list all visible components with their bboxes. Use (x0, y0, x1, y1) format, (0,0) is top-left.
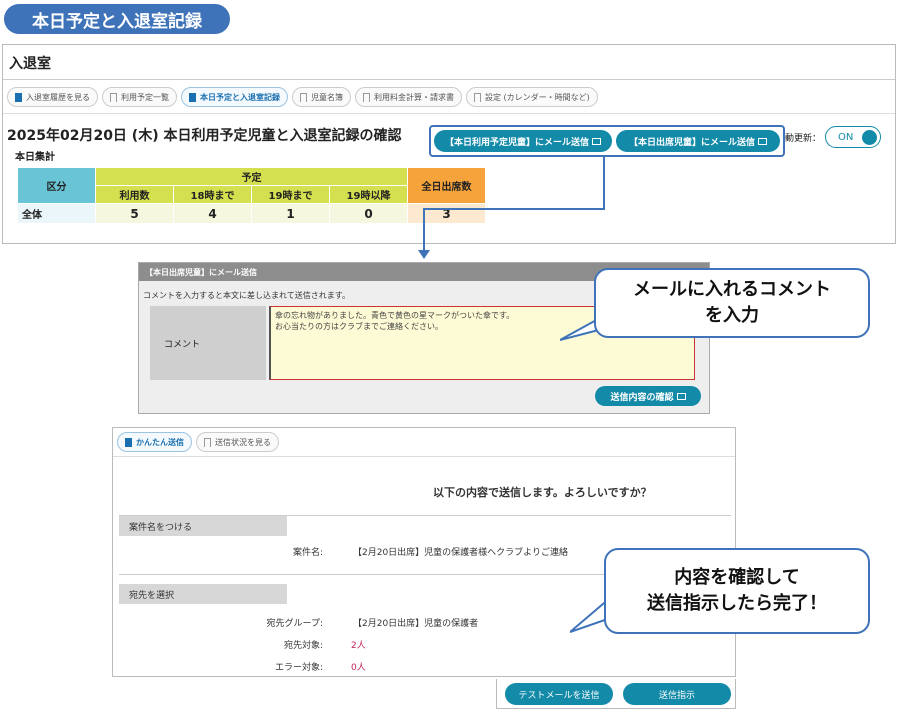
sub-col: 18時まで (173, 185, 252, 204)
tab-attendance-history[interactable]: 入退室履歴を見る (7, 87, 98, 107)
tab-label: 本日予定と入退室記録 (200, 92, 280, 102)
row-label: 全体 (17, 203, 96, 224)
subject-value: 【2月20日出席】児童の保護者様へクラブよりご連絡 (353, 548, 568, 558)
divider (3, 113, 895, 114)
table-cell: 5 (95, 203, 174, 224)
tab-label: 利用予定一覧 (121, 92, 169, 102)
section-recipient-header: 宛先を選択 (119, 584, 287, 604)
toggle-label: ON (838, 131, 854, 143)
group-label: 宛先グループ: (266, 619, 324, 629)
bookmark-icon (189, 92, 196, 102)
mail-attended-button[interactable]: 【本日出席児童】にメール送信 (616, 130, 780, 152)
button-label: 【本日出席児童】にメール送信 (628, 137, 755, 148)
target-label: 宛先対象: (283, 641, 323, 651)
tab-today-schedule[interactable]: 本日予定と入退室記録 (181, 87, 288, 107)
connector-line (423, 208, 425, 252)
mail-button-group: 【本日利用予定児童】にメール送信 【本日出席児童】にメール送信 (429, 125, 785, 157)
envelope-icon (758, 137, 767, 145)
envelope-icon (592, 137, 601, 145)
send-button-bar: テストメールを送信 送信指示 (496, 679, 736, 709)
tab-label: 設定 (カレンダー・時間など) (485, 92, 590, 102)
complete-callout: 内容を確認して 送信指示したら完了！ (604, 548, 870, 634)
table-cell: 3 (407, 203, 486, 224)
tab-settings[interactable]: 設定 (カレンダー・時間など) (466, 87, 598, 107)
col-all-day: 全日出席数 (407, 167, 486, 204)
arrow-down-icon (418, 250, 430, 259)
panel-description: コメントを入力すると本文に差し込まれて送信されます。 (143, 291, 350, 300)
panel-heading: 入退室 (9, 56, 51, 72)
confirm-question: 以下の内容で送信します。よろしいですか？ (433, 486, 652, 499)
attendance-panel: 入退室 入退室履歴を見る 利用予定一覧 本日予定と入退室記録 児童名簿 利用料金… (2, 44, 896, 244)
table-row: 全体 5 4 1 0 3 (17, 203, 486, 224)
group-value: 【2月20日出席】児童の保護者 (353, 619, 479, 629)
send-button[interactable]: 送信指示 (623, 683, 731, 705)
divider (113, 456, 735, 457)
confirm-content-button[interactable]: 送信内容の確認 (595, 386, 701, 406)
bookmark-icon (15, 92, 22, 102)
sub-col: 19時以降 (329, 185, 408, 204)
bookmark-icon (474, 92, 481, 102)
connector-line (603, 156, 605, 210)
envelope-icon (676, 392, 686, 400)
tab-label: 利用料金計算・請求書 (374, 92, 454, 102)
sub-col: 19時まで (251, 185, 330, 204)
table-cell: 1 (251, 203, 330, 224)
button-label: 【本日利用予定児童】にメール送信 (444, 137, 589, 148)
col-group: 予定 (95, 167, 408, 186)
target-value: 2人 (351, 641, 366, 651)
button-label: 送信内容の確認 (610, 392, 674, 403)
tab-bar: かんたん送信 送信状況を見る (117, 432, 279, 452)
auto-update-label: 動更新： (785, 134, 822, 144)
page-title-pill: 本日予定と入退室記録 (4, 4, 230, 34)
mail-scheduled-button[interactable]: 【本日利用予定児童】にメール送信 (434, 130, 612, 152)
table-cell: 4 (173, 203, 252, 224)
col-category: 区分 (17, 167, 96, 204)
tab-child-roster[interactable]: 児童名簿 (292, 87, 351, 107)
comment-callout: メールに入れるコメント を入力 (594, 268, 870, 338)
subject-label: 案件名: (292, 548, 323, 558)
table-cell: 0 (329, 203, 408, 224)
error-value: 0人 (351, 663, 366, 673)
bookmark-icon (125, 437, 132, 447)
tab-label: 入退室履歴を見る (26, 92, 90, 102)
toggle-knob (862, 130, 877, 145)
test-mail-button[interactable]: テストメールを送信 (505, 683, 613, 705)
summary-label: 本日集計 (15, 152, 55, 163)
sub-col: 利用数 (95, 185, 174, 204)
tab-label: かんたん送信 (136, 437, 184, 447)
tab-billing[interactable]: 利用料金計算・請求書 (355, 87, 462, 107)
date-title: 2025年02月20日 (木) 本日利用予定児童と入退室記録の確認 (7, 128, 402, 144)
bookmark-icon (110, 92, 117, 102)
tab-send-status[interactable]: 送信状況を見る (196, 432, 279, 452)
bookmark-icon (204, 437, 211, 447)
divider (3, 79, 895, 80)
error-label: エラー対象: (274, 663, 323, 673)
summary-table: 区分 予定 全日出席数 利用数 18時まで 19時まで 19時以降 全体 5 4… (17, 167, 486, 224)
tab-schedule-list[interactable]: 利用予定一覧 (102, 87, 177, 107)
tab-easy-send[interactable]: かんたん送信 (117, 432, 192, 452)
tab-label: 児童名簿 (311, 92, 343, 102)
tab-bar: 入退室履歴を見る 利用予定一覧 本日予定と入退室記録 児童名簿 利用料金計算・請… (7, 87, 598, 107)
bookmark-icon (363, 92, 370, 102)
bookmark-icon (300, 92, 307, 102)
comment-label: コメント (150, 306, 266, 380)
connector-line (423, 208, 605, 210)
tab-label: 送信状況を見る (215, 437, 271, 447)
section-subject-header: 案件名をつける (119, 516, 287, 536)
auto-update-toggle[interactable]: ON (825, 126, 881, 148)
